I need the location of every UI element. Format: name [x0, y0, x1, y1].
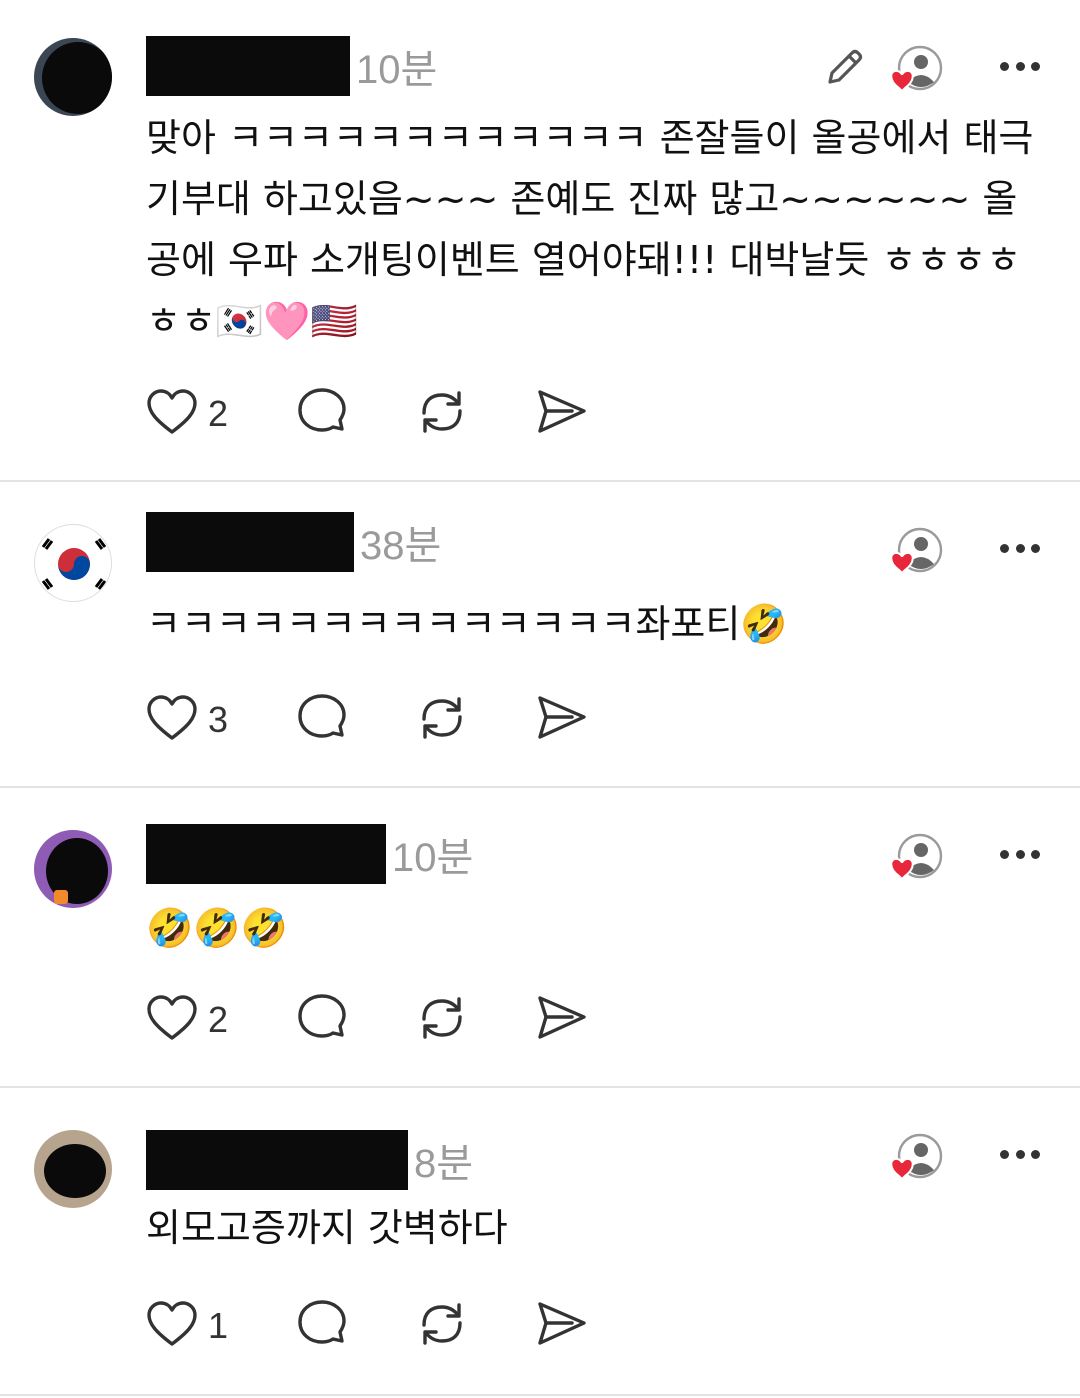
- avatar[interactable]: [34, 38, 112, 116]
- reply-post: 38분 ㅋㅋㅋㅋㅋㅋㅋㅋㅋㅋㅋㅋㅋㅋ좌포티🤣 3: [0, 482, 1080, 788]
- korean-flag-avatar-icon: [41, 538, 107, 590]
- like-count: 2: [208, 393, 229, 434]
- like-button[interactable]: 2: [146, 386, 228, 442]
- like-count: 2: [208, 999, 229, 1040]
- send-icon: [536, 993, 588, 1047]
- comment-icon: [296, 993, 348, 1047]
- like-button[interactable]: 2: [146, 992, 228, 1048]
- comment-icon: [296, 387, 348, 441]
- repost-icon: [416, 387, 468, 441]
- avatar[interactable]: [34, 1130, 112, 1208]
- post-time: 8분: [414, 1142, 474, 1186]
- send-icon: [536, 1299, 588, 1353]
- heart-icon: [146, 994, 198, 1046]
- username-redacted[interactable]: [146, 824, 386, 884]
- post-header-actions: [820, 828, 1040, 888]
- liked-by-author-icon: [886, 42, 948, 102]
- reply-post: 8분 외모고증까지 갓벽하다 1: [0, 1088, 1080, 1396]
- post-text: 외모고증까지 갓벽하다: [146, 1206, 508, 1250]
- reply-post: 10분 맞아 ㅋㅋㅋㅋㅋㅋㅋㅋㅋㅋㅋㅋ 존잘들이 올공에서 태극기부대 하고있음…: [0, 0, 1080, 482]
- post-header-actions: [820, 522, 1040, 582]
- more-options-icon[interactable]: [1000, 544, 1040, 556]
- share-button[interactable]: [536, 992, 588, 1048]
- reply-button[interactable]: [296, 692, 348, 748]
- reply-button[interactable]: [296, 992, 348, 1048]
- repost-icon: [416, 693, 468, 747]
- author-row: 10분: [146, 824, 473, 884]
- post-header-actions: [820, 1128, 1040, 1188]
- repost-icon: [416, 1299, 468, 1353]
- comment-icon: [296, 693, 348, 747]
- like-button[interactable]: 1: [146, 1298, 228, 1354]
- author-row: 38분: [146, 512, 441, 572]
- post-text: 🤣🤣🤣: [146, 906, 288, 950]
- post-actions: 3: [146, 692, 606, 748]
- heart-icon: [146, 388, 198, 440]
- liked-by-author-icon: [886, 830, 948, 890]
- reply-button[interactable]: [296, 1298, 348, 1354]
- post-time: 38분: [360, 524, 442, 568]
- repost-icon: [416, 993, 468, 1047]
- more-options-icon[interactable]: [1000, 1150, 1040, 1162]
- heart-icon: [146, 1300, 198, 1352]
- like-count: 3: [208, 699, 229, 740]
- repost-button[interactable]: [416, 692, 468, 748]
- more-options-icon[interactable]: [1000, 62, 1040, 74]
- send-icon: [536, 387, 588, 441]
- share-button[interactable]: [536, 1298, 588, 1354]
- liked-by-author-icon: [886, 524, 948, 584]
- repost-button[interactable]: [416, 992, 468, 1048]
- author-row: 8분: [146, 1130, 473, 1190]
- post-text: 맞아 ㅋㅋㅋㅋㅋㅋㅋㅋㅋㅋㅋㅋ 존잘들이 올공에서 태극기부대 하고있음~~~ …: [146, 116, 1034, 343]
- repost-button[interactable]: [416, 1298, 468, 1354]
- reply-feed: 10분 맞아 ㅋㅋㅋㅋㅋㅋㅋㅋㅋㅋㅋㅋ 존잘들이 올공에서 태극기부대 하고있음…: [0, 0, 1080, 1398]
- username-redacted[interactable]: [146, 512, 354, 572]
- repost-button[interactable]: [416, 386, 468, 442]
- post-actions: 2: [146, 386, 606, 442]
- post-actions: 2: [146, 992, 606, 1048]
- liked-by-author-icon: [886, 1130, 948, 1190]
- share-button[interactable]: [536, 386, 588, 442]
- reply-button[interactable]: [296, 386, 348, 442]
- heart-icon: [146, 694, 198, 746]
- like-count: 1: [208, 1305, 229, 1346]
- like-button[interactable]: 3: [146, 692, 228, 748]
- username-redacted[interactable]: [146, 1130, 408, 1190]
- post-time: 10분: [392, 836, 474, 880]
- comment-icon: [296, 1299, 348, 1353]
- more-options-icon[interactable]: [1000, 850, 1040, 862]
- post-time: 10분: [356, 48, 438, 92]
- post-actions: 1: [146, 1298, 606, 1354]
- share-button[interactable]: [536, 692, 588, 748]
- avatar[interactable]: [34, 524, 112, 602]
- pencil-icon[interactable]: [820, 44, 868, 96]
- username-redacted[interactable]: [146, 36, 350, 96]
- post-header-actions: [820, 40, 1040, 100]
- avatar[interactable]: [34, 830, 112, 908]
- author-row: 10분: [146, 36, 437, 96]
- send-icon: [536, 693, 588, 747]
- post-text: ㅋㅋㅋㅋㅋㅋㅋㅋㅋㅋㅋㅋㅋㅋ좌포티🤣: [146, 602, 788, 646]
- reply-post: 10분 🤣🤣🤣 2: [0, 788, 1080, 1088]
